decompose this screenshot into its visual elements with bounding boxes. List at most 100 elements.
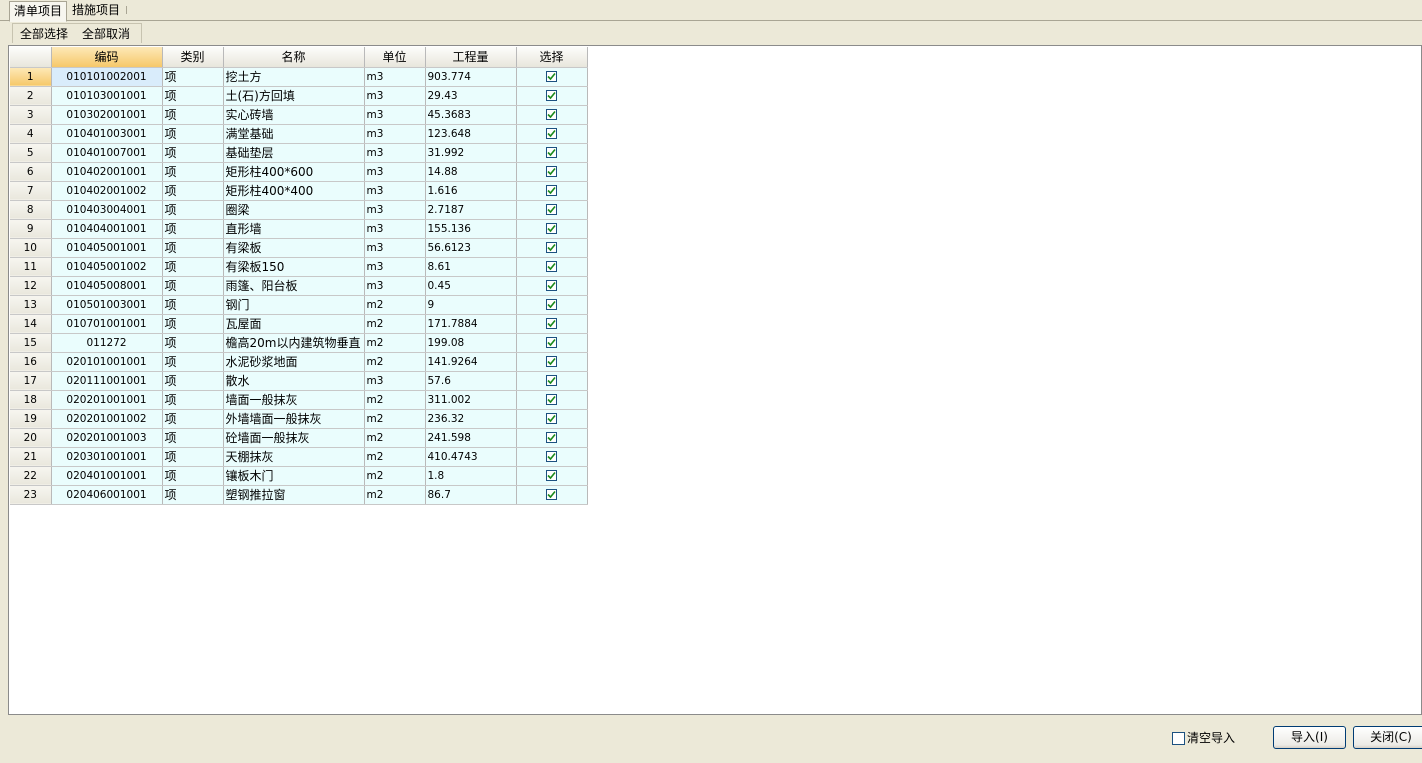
select-checkbox[interactable] <box>546 318 557 329</box>
cell-quantity[interactable]: 236.32 <box>425 409 517 429</box>
cell-type[interactable]: 项 <box>162 124 224 144</box>
cell-type[interactable]: 项 <box>162 67 224 87</box>
cell-unit[interactable]: m2 <box>364 428 426 448</box>
cell-code[interactable]: 010405001002 <box>51 257 163 277</box>
clear-import-label[interactable]: 清空导入 <box>1187 730 1235 746</box>
cell-type[interactable]: 项 <box>162 143 224 163</box>
cell-unit[interactable]: m2 <box>364 314 426 334</box>
cell-unit[interactable]: m3 <box>364 238 426 258</box>
table-row[interactable]: 21 020301001001 项天棚抹灰 m2 410.4743 <box>10 447 588 467</box>
cell-code[interactable]: 020101001001 <box>51 352 163 372</box>
cell-quantity[interactable]: 0.45 <box>425 276 517 296</box>
cell-name[interactable]: 有梁板 <box>223 238 365 258</box>
column-header-type[interactable]: 类别 <box>162 47 224 68</box>
column-header-quantity[interactable]: 工程量 <box>425 47 517 68</box>
table-row[interactable]: 3 010302001001 项实心砖墙 m3 45.3683 <box>10 105 588 125</box>
cell-name[interactable]: 基础垫层 <box>223 143 365 163</box>
table-row[interactable]: 8 010403004001 项圈梁 m3 2.7187 <box>10 200 588 220</box>
table-row[interactable]: 2 010103001001 项土(石)方回填 m3 29.43 <box>10 86 588 106</box>
cell-code[interactable]: 010701001001 <box>51 314 163 334</box>
cell-quantity[interactable]: 155.136 <box>425 219 517 239</box>
cell-type[interactable]: 项 <box>162 447 224 467</box>
select-checkbox[interactable] <box>546 90 557 101</box>
cell-name[interactable]: 钢门 <box>223 295 365 315</box>
cell-name[interactable]: 散水 <box>223 371 365 391</box>
cell-name[interactable]: 土(石)方回填 <box>223 86 365 106</box>
import-button[interactable]: 导入(I) <box>1273 726 1346 749</box>
cell-code[interactable]: 010401007001 <box>51 143 163 163</box>
select-checkbox[interactable] <box>546 166 557 177</box>
select-checkbox[interactable] <box>546 470 557 481</box>
cell-name[interactable]: 矩形柱400*600 <box>223 162 365 182</box>
cell-unit[interactable]: m2 <box>364 295 426 315</box>
table-row[interactable]: 7 010402001002 项矩形柱400*400 m3 1.616 <box>10 181 588 201</box>
cell-quantity[interactable]: 8.61 <box>425 257 517 277</box>
cell-quantity[interactable]: 903.774 <box>425 67 517 87</box>
column-header-unit[interactable]: 单位 <box>364 47 426 68</box>
cell-unit[interactable]: m2 <box>364 390 426 410</box>
cell-code[interactable]: 010402001002 <box>51 181 163 201</box>
cell-code[interactable]: 020201001003 <box>51 428 163 448</box>
cell-name[interactable]: 镶板木门 <box>223 466 365 486</box>
select-checkbox[interactable] <box>546 489 557 500</box>
cell-name[interactable]: 外墙墙面一般抹灰 <box>223 409 365 429</box>
select-checkbox[interactable] <box>546 261 557 272</box>
select-checkbox[interactable] <box>546 413 557 424</box>
cell-name[interactable]: 有梁板150 <box>223 257 365 277</box>
cell-quantity[interactable]: 9 <box>425 295 517 315</box>
cell-code[interactable]: 020401001001 <box>51 466 163 486</box>
cell-quantity[interactable]: 29.43 <box>425 86 517 106</box>
cell-unit[interactable]: m3 <box>364 67 426 87</box>
cell-quantity[interactable]: 86.7 <box>425 485 517 505</box>
select-checkbox[interactable] <box>546 128 557 139</box>
cell-quantity[interactable]: 241.598 <box>425 428 517 448</box>
table-row[interactable]: 13 010501003001 项钢门 m2 9 <box>10 295 588 315</box>
cell-unit[interactable]: m3 <box>364 162 426 182</box>
table-row[interactable]: 10 010405001001 项有梁板 m3 56.6123 <box>10 238 588 258</box>
cell-type[interactable]: 项 <box>162 333 224 353</box>
cell-unit[interactable]: m3 <box>364 276 426 296</box>
cell-unit[interactable]: m2 <box>364 333 426 353</box>
cell-name[interactable]: 挖土方 <box>223 67 365 87</box>
cell-name[interactable]: 实心砖墙 <box>223 105 365 125</box>
tab-measure-items[interactable]: 措施项目 <box>68 1 124 21</box>
cell-name[interactable]: 塑钢推拉窗 <box>223 485 365 505</box>
cell-type[interactable]: 项 <box>162 105 224 125</box>
cell-name[interactable]: 水泥砂浆地面 <box>223 352 365 372</box>
cell-quantity[interactable]: 410.4743 <box>425 447 517 467</box>
table-row[interactable]: 6 010402001001 项矩形柱400*600 m3 14.88 <box>10 162 588 182</box>
select-checkbox[interactable] <box>546 356 557 367</box>
cell-type[interactable]: 项 <box>162 485 224 505</box>
tab-bill-items[interactable]: 清单项目 <box>9 1 68 22</box>
table-row[interactable]: 4 010401003001 项满堂基础 m3 123.648 <box>10 124 588 144</box>
deselect-all-button[interactable]: 全部取消 <box>82 25 130 43</box>
cell-code[interactable]: 020111001001 <box>51 371 163 391</box>
select-checkbox[interactable] <box>546 147 557 158</box>
cell-code[interactable]: 020201001002 <box>51 409 163 429</box>
cell-unit[interactable]: m3 <box>364 86 426 106</box>
select-all-button[interactable]: 全部选择 <box>20 25 68 43</box>
cell-code[interactable]: 010405001001 <box>51 238 163 258</box>
table-row[interactable]: 20 020201001003 项砼墙面一般抹灰 m2 241.598 <box>10 428 588 448</box>
cell-quantity[interactable]: 1.8 <box>425 466 517 486</box>
close-button[interactable]: 关闭(C) <box>1353 726 1422 749</box>
select-checkbox[interactable] <box>546 299 557 310</box>
cell-code[interactable]: 020406001001 <box>51 485 163 505</box>
table-row[interactable]: 11 010405001002 项有梁板150 m3 8.61 <box>10 257 588 277</box>
table-row[interactable]: 18 020201001001 项墙面一般抹灰 m2 311.002 <box>10 390 588 410</box>
cell-unit[interactable]: m2 <box>364 485 426 505</box>
select-checkbox[interactable] <box>546 337 557 348</box>
cell-type[interactable]: 项 <box>162 238 224 258</box>
table-row[interactable]: 22 020401001001 项镶板木门 m2 1.8 <box>10 466 588 486</box>
cell-name[interactable]: 瓦屋面 <box>223 314 365 334</box>
cell-type[interactable]: 项 <box>162 390 224 410</box>
cell-type[interactable]: 项 <box>162 86 224 106</box>
cell-quantity[interactable]: 171.7884 <box>425 314 517 334</box>
cell-type[interactable]: 项 <box>162 162 224 182</box>
cell-type[interactable]: 项 <box>162 314 224 334</box>
select-checkbox[interactable] <box>546 185 557 196</box>
cell-code[interactable]: 010405008001 <box>51 276 163 296</box>
cell-code[interactable]: 010402001001 <box>51 162 163 182</box>
table-row[interactable]: 17 020111001001 项散水 m3 57.6 <box>10 371 588 391</box>
cell-quantity[interactable]: 123.648 <box>425 124 517 144</box>
